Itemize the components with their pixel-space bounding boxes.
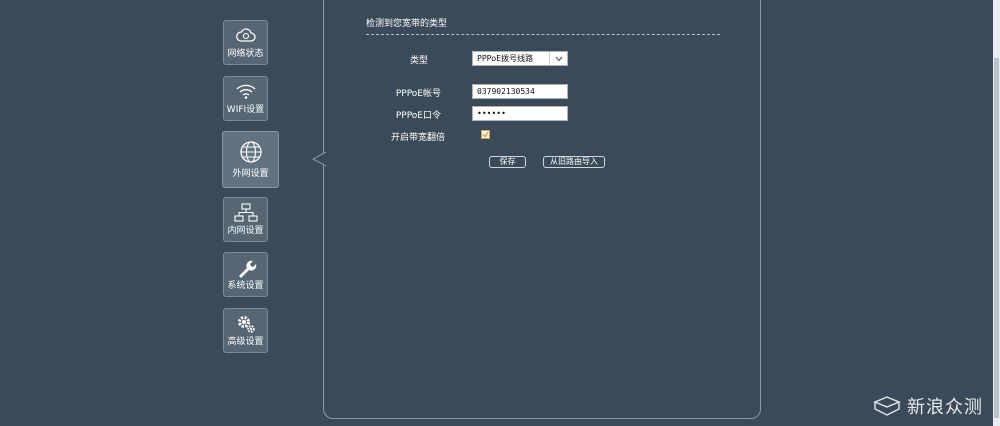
save-button[interactable]: 保存: [489, 156, 526, 168]
lan-topology-icon: [224, 203, 267, 223]
nav-label: 内网设置: [227, 226, 264, 236]
section-title: 检测到您宽带的类型: [366, 19, 448, 29]
connection-type-select[interactable]: PPPoE拨号线路: [472, 51, 568, 66]
watermark: 新浪众测: [873, 393, 983, 419]
nav-label: 外网设置: [232, 169, 269, 179]
nav-label: 高级设置: [227, 337, 264, 347]
cloud-network-icon: [224, 26, 267, 46]
chevron-down-icon: [549, 52, 567, 65]
nav-network-status[interactable]: 网络状态: [223, 20, 268, 65]
scrollbar[interactable]: [993, 0, 1000, 426]
nav-label: 系统设置: [227, 281, 264, 291]
password-label: PPPoE口令: [395, 111, 441, 121]
gears-icon: [224, 314, 267, 334]
check-icon: [482, 132, 489, 138]
bandwidth-double-label: 开启带宽翻倍: [390, 133, 445, 143]
import-from-old-router-button[interactable]: 从旧路由导入: [543, 156, 605, 168]
bandwidth-double-checkbox[interactable]: [481, 130, 490, 139]
nav-lan-settings[interactable]: 内网设置: [223, 197, 268, 242]
account-label: PPPoE帐号: [395, 89, 441, 99]
nav-wan-settings[interactable]: 外网设置: [222, 131, 279, 188]
nav-advanced-settings[interactable]: 高级设置: [223, 308, 268, 353]
nav-label: 网络状态: [227, 49, 264, 59]
nav-label: WIFI设置: [226, 105, 265, 115]
pppoe-account-input[interactable]: 037902130534: [472, 84, 568, 99]
globe-icon: [223, 140, 278, 164]
connection-type-value: PPPoE拨号线路: [477, 54, 534, 63]
watermark-logo-icon: [873, 396, 901, 416]
wrench-icon: [224, 258, 267, 278]
watermark-text: 新浪众测: [907, 397, 983, 418]
scrollbar-thumb[interactable]: [994, 58, 999, 418]
wifi-icon: [224, 82, 267, 102]
nav-system-settings[interactable]: 系统设置: [223, 252, 268, 297]
type-label: 类型: [409, 56, 428, 66]
nav-wifi-settings[interactable]: WIFI设置: [223, 76, 268, 121]
divider: [366, 34, 720, 35]
panel-pointer: [312, 152, 326, 166]
pppoe-password-input[interactable]: ••••••: [472, 106, 568, 121]
